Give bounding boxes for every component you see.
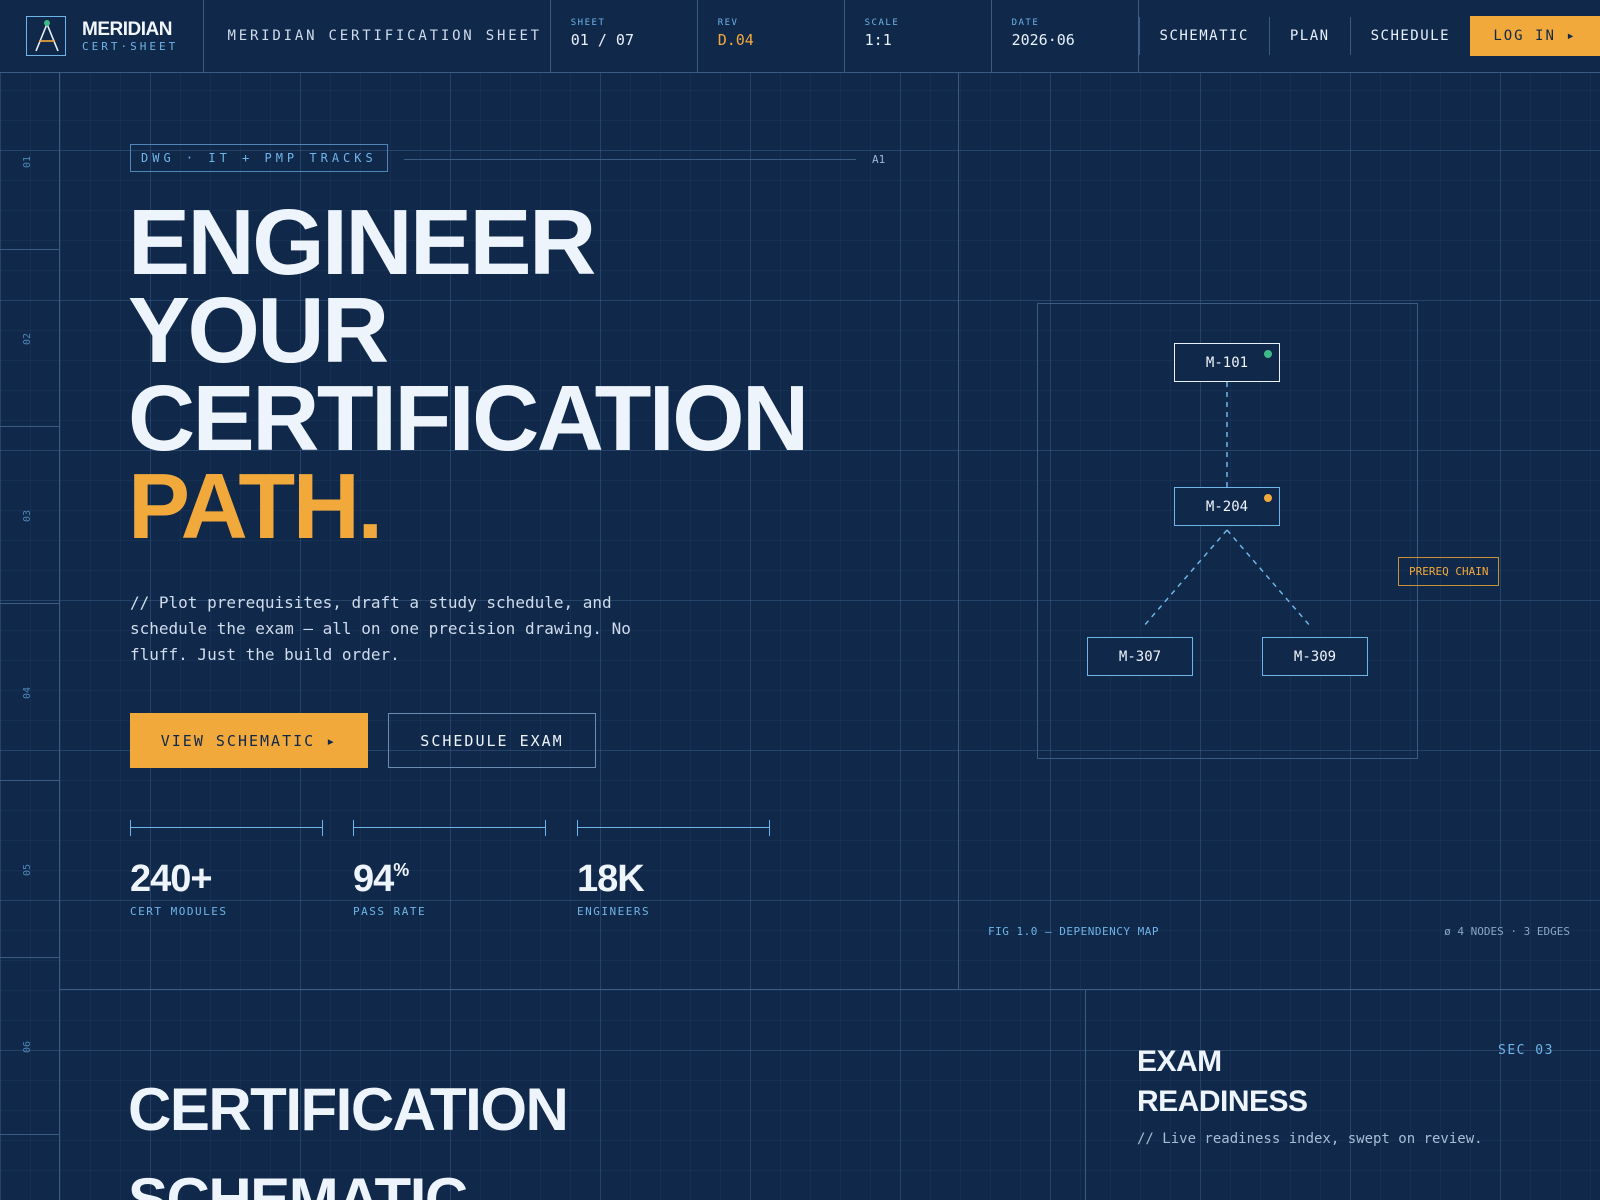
exam-readiness-title: EXAM READINESS — [1137, 1042, 1308, 1122]
section-title: CERTIFICATION SCHEMATIC — [128, 1065, 569, 1200]
node-m101[interactable]: M-101 — [1174, 343, 1280, 382]
exam-readiness-description: // Live readiness index, swept on review… — [1137, 1131, 1483, 1147]
figure-caption: FIG 1.0 — DEPENDENCY MAP — [988, 925, 1159, 938]
exam-title-line: READINESS — [1137, 1085, 1308, 1118]
status-dot-icon — [1264, 350, 1272, 358]
section-code: SEC 03 — [1498, 1043, 1554, 1058]
node-label: M-101 — [1205, 354, 1249, 371]
dependency-edges — [1142, 382, 1312, 628]
lower-divider — [1085, 989, 1086, 1200]
section-title-line: SCHEMATIC — [128, 1166, 468, 1200]
status-dot-icon — [1264, 494, 1272, 502]
node-label: M-307 — [1118, 648, 1162, 665]
node-m307[interactable]: M-307 — [1087, 637, 1193, 676]
exam-title-line: EXAM — [1137, 1045, 1222, 1078]
node-label: M-309 — [1293, 648, 1337, 665]
edge — [1142, 529, 1228, 628]
figure-meta: ø 4 NODES · 3 EDGES — [1444, 925, 1570, 938]
edge — [1226, 529, 1312, 628]
node-label: M-204 — [1205, 498, 1249, 515]
node-m204[interactable]: M-204 — [1174, 487, 1280, 526]
node-m309[interactable]: M-309 — [1262, 637, 1368, 676]
prereq-chain-callout: PREREQ CHAIN — [1398, 557, 1500, 586]
section-title-line: CERTIFICATION — [128, 1076, 569, 1143]
